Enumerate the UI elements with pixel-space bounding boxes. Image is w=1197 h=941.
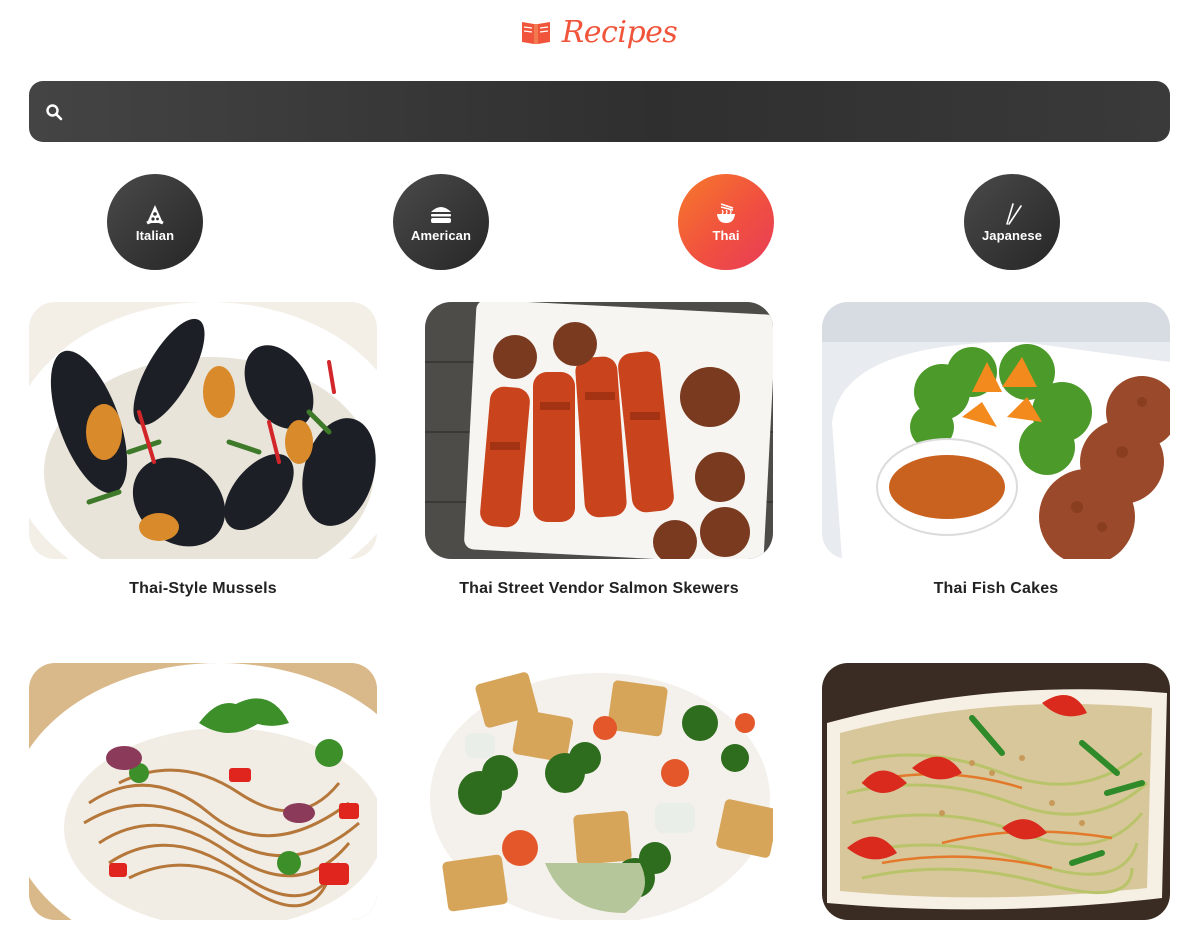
mussels-photo[interactable] (29, 302, 377, 559)
recipe-card[interactable]: Thai Street Vendor Salmon Skewers (425, 302, 773, 598)
category-american[interactable]: American (393, 174, 489, 270)
category-italian[interactable]: Italian (107, 174, 203, 270)
noodle-bowl-icon (717, 202, 735, 223)
pizza-icon (146, 204, 164, 224)
category-label: Italian (135, 227, 175, 243)
recipe-card[interactable]: Thai-Style Mussels (29, 302, 377, 598)
search-input[interactable] (63, 80, 1170, 143)
papaya-salad-photo[interactable] (822, 663, 1170, 920)
tofu-vegetables-photo[interactable] (425, 663, 773, 920)
burger-icon (431, 206, 451, 223)
recipe-card[interactable]: Thai Fish Cakes (822, 302, 1170, 598)
category-thai[interactable]: Thai (678, 174, 774, 270)
fish-cakes-photo[interactable] (822, 302, 1170, 559)
recipe-title[interactable]: Thai-Style Mussels (29, 580, 377, 598)
category-label: American (410, 227, 472, 243)
recipe-title[interactable]: Thai Street Vendor Salmon Skewers (425, 580, 773, 598)
book-open-icon (521, 22, 550, 44)
salmon-skewers-photo[interactable] (425, 302, 773, 559)
noodle-salad-photo[interactable] (29, 663, 377, 920)
app-title[interactable]: Recipes (562, 15, 678, 50)
recipe-card[interactable] (425, 663, 773, 941)
recipe-card[interactable] (822, 663, 1170, 941)
chopsticks-icon (1006, 202, 1022, 225)
category-label: Thai (712, 227, 740, 243)
category-japanese[interactable]: Japanese (964, 174, 1060, 270)
recipe-card[interactable] (29, 663, 377, 941)
category-filter: Italian American Thai Japanese (0, 174, 1197, 270)
category-label: Japanese (981, 227, 1043, 243)
app-header: Recipes (0, 10, 1197, 54)
search-icon[interactable] (45, 103, 63, 121)
recipe-title[interactable]: Thai Fish Cakes (822, 580, 1170, 598)
search-bar[interactable] (29, 80, 1170, 143)
